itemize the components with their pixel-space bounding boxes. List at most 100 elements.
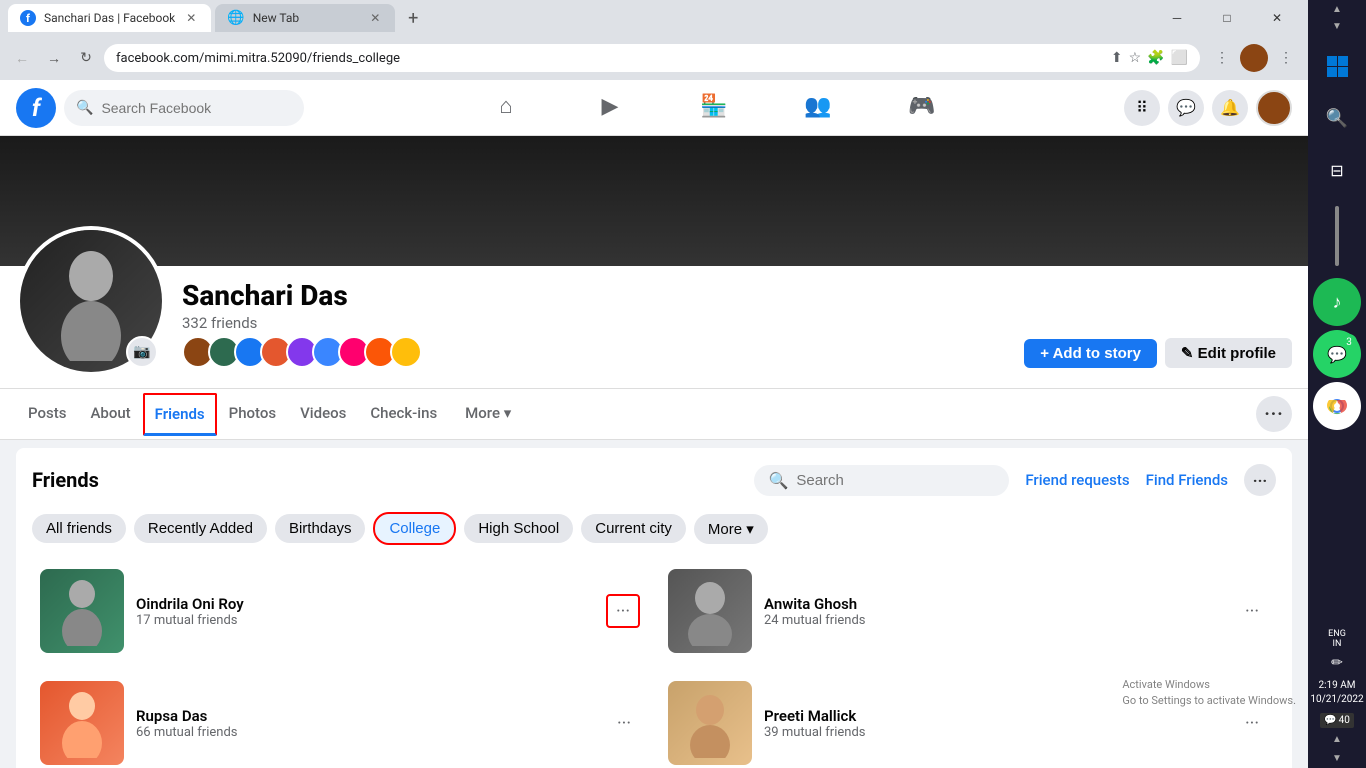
whatsapp-icon[interactable]: 💬 3 bbox=[1313, 330, 1361, 378]
profile-nav-posts[interactable]: Posts bbox=[16, 392, 78, 437]
find-friends-link[interactable]: Find Friends bbox=[1146, 471, 1228, 489]
refresh-button[interactable]: ↻ bbox=[72, 44, 100, 72]
language-indicator[interactable]: ENG IN bbox=[1326, 627, 1348, 651]
fb-header: f 🔍 ⌂ ▶ 🏪 👥 🎮 ⠿ 💬 🔔 bbox=[0, 80, 1308, 136]
profile-nav-checkins[interactable]: Check-ins bbox=[358, 392, 449, 437]
forward-button[interactable]: → bbox=[40, 44, 68, 72]
chrome-icon[interactable] bbox=[1313, 382, 1361, 430]
profile-nav-more[interactable]: More ▾ bbox=[453, 392, 523, 437]
fb-grid-button[interactable]: ⠿ bbox=[1124, 90, 1160, 126]
profile-nav-photos[interactable]: Photos bbox=[217, 392, 288, 437]
share-icon[interactable]: ⬆ bbox=[1111, 50, 1123, 66]
friend-photo-4 bbox=[668, 681, 752, 765]
friends-header-links: Friend requests Find Friends bbox=[1025, 471, 1228, 489]
browser-profile-pic[interactable] bbox=[1240, 44, 1268, 72]
fb-nav-gaming[interactable]: 🎮 bbox=[872, 84, 972, 132]
notification-center-button[interactable]: 💬40 bbox=[1320, 713, 1354, 728]
friend-photo-1 bbox=[40, 569, 124, 653]
tab-favicon-newtab: 🌐 bbox=[227, 10, 244, 26]
fb-logo[interactable]: f bbox=[16, 88, 56, 128]
url-bar[interactable]: facebook.com/mimi.mitra.52090/friends_co… bbox=[104, 44, 1200, 72]
back-button[interactable]: ← bbox=[8, 44, 36, 72]
profile-nav-dots[interactable]: ··· bbox=[1256, 396, 1292, 432]
windows-search-icon[interactable]: 🔍 bbox=[1313, 94, 1361, 142]
profile-actions: + Add to story ✎ Edit profile bbox=[1024, 338, 1292, 376]
fb-notifications-button[interactable]: 🔔 bbox=[1212, 90, 1248, 126]
cover-photo bbox=[0, 136, 1308, 266]
more-tools-button[interactable]: ⋮ bbox=[1208, 44, 1236, 72]
friend-menu-button-1[interactable]: ··· bbox=[606, 594, 640, 628]
friends-search-input[interactable] bbox=[796, 472, 995, 489]
star-icon[interactable]: ☆ bbox=[1129, 50, 1142, 66]
tab-facebook[interactable]: f Sanchari Das | Facebook ✕ bbox=[8, 4, 211, 32]
fb-search-icon: 🔍 bbox=[76, 100, 93, 116]
filter-high-school[interactable]: High School bbox=[464, 514, 573, 543]
spotify-icon[interactable]: ♪ bbox=[1313, 278, 1361, 326]
filter-recently-added[interactable]: Recently Added bbox=[134, 514, 267, 543]
clock-date: 10/21/2022 bbox=[1310, 693, 1363, 707]
tab-close-newtab[interactable]: ✕ bbox=[367, 10, 383, 26]
profile-nav-videos[interactable]: Videos bbox=[288, 392, 358, 437]
friends-search-bar[interactable]: 🔍 bbox=[754, 465, 1009, 496]
friends-search-icon: 🔍 bbox=[768, 471, 788, 490]
maximize-button[interactable]: □ bbox=[1204, 2, 1250, 34]
add-to-story-button[interactable]: + Add to story bbox=[1024, 339, 1157, 368]
filter-all-friends[interactable]: All friends bbox=[32, 514, 126, 543]
profile-name: Sanchari Das bbox=[182, 279, 1008, 312]
scroll-up-button[interactable]: ▲ bbox=[1328, 0, 1346, 19]
filter-more[interactable]: More ▾ bbox=[694, 514, 768, 544]
friend-details-1: Oindrila Oni Roy 17 mutual friends bbox=[136, 595, 640, 628]
friends-count: 332 friends bbox=[182, 314, 1008, 332]
friend-4-svg bbox=[685, 688, 735, 758]
friends-header: Friends 🔍 Friend requests Find Friends ·… bbox=[32, 464, 1276, 496]
fb-nav-home[interactable]: ⌂ bbox=[456, 84, 556, 132]
title-bar: f Sanchari Das | Facebook ✕ 🌐 New Tab ✕ … bbox=[0, 0, 1308, 36]
fb-nav-groups[interactable]: 👥 bbox=[768, 84, 868, 132]
filter-current-city[interactable]: Current city bbox=[581, 514, 686, 543]
friend-menu-button-2[interactable]: ··· bbox=[1236, 595, 1268, 627]
fb-nav-video[interactable]: ▶ bbox=[560, 84, 660, 132]
windows-bottom-area: ENG IN ✏ 2:19 AM 10/21/2022 💬40 ▲ ▼ bbox=[1306, 627, 1366, 768]
friend-photo-2 bbox=[668, 569, 752, 653]
toolbar: ⋮ bbox=[1208, 44, 1236, 72]
profile-nav-about[interactable]: About bbox=[78, 392, 142, 437]
minimize-button[interactable]: ─ bbox=[1154, 2, 1200, 34]
friend-card-1: Oindrila Oni Roy 17 mutual friends ··· bbox=[32, 561, 648, 661]
friend-details-4: Preeti Mallick 39 mutual friends bbox=[764, 707, 1268, 740]
friend-card-3: Rupsa Das 66 mutual friends ··· bbox=[32, 673, 648, 768]
address-bar: ← → ↻ facebook.com/mimi.mitra.52090/frie… bbox=[0, 36, 1308, 80]
scroll-down-bottom[interactable]: ▼ bbox=[1328, 749, 1346, 768]
pip-icon[interactable]: ⬜ bbox=[1171, 50, 1188, 66]
scroll-down-near-top[interactable]: ▼ bbox=[1330, 19, 1344, 34]
camera-button[interactable]: 📷 bbox=[126, 336, 158, 368]
fb-search-bar[interactable]: 🔍 bbox=[64, 90, 304, 126]
friend-menu-button-3[interactable]: ··· bbox=[608, 707, 640, 739]
friends-options-button[interactable]: ··· bbox=[1244, 464, 1276, 496]
task-view-icon[interactable]: ⊟ bbox=[1313, 146, 1361, 194]
friend-menu-button-4[interactable]: ··· bbox=[1236, 707, 1268, 739]
edit-icon[interactable]: ✏ bbox=[1327, 651, 1347, 675]
whatsapp-badge: 3 bbox=[1341, 334, 1357, 350]
tab-newtab[interactable]: 🌐 New Tab ✕ bbox=[215, 4, 395, 32]
filter-birthdays[interactable]: Birthdays bbox=[275, 514, 366, 543]
edit-profile-button[interactable]: ✎ Edit profile bbox=[1165, 338, 1292, 368]
fb-user-avatar[interactable] bbox=[1256, 90, 1292, 126]
fb-nav-marketplace[interactable]: 🏪 bbox=[664, 84, 764, 132]
system-clock[interactable]: 2:19 AM 10/21/2022 bbox=[1306, 675, 1366, 711]
friend-avatar-9 bbox=[390, 336, 422, 368]
friend-mutual-2: 24 mutual friends bbox=[764, 613, 1268, 628]
scroll-up-bottom[interactable]: ▲ bbox=[1328, 730, 1346, 749]
profile-nav-friends[interactable]: Friends bbox=[143, 393, 217, 436]
fb-search-input[interactable] bbox=[101, 100, 292, 116]
friend-name-2: Anwita Ghosh bbox=[764, 595, 1268, 613]
fb-messenger-button[interactable]: 💬 bbox=[1168, 90, 1204, 126]
windows-start-icon[interactable] bbox=[1313, 42, 1361, 90]
browser-menu-button[interactable]: ⋮ bbox=[1272, 44, 1300, 72]
tab-close-facebook[interactable]: ✕ bbox=[183, 10, 199, 26]
filter-college[interactable]: College bbox=[373, 512, 456, 545]
friend-requests-link[interactable]: Friend requests bbox=[1025, 471, 1129, 489]
friend-card-2: Anwita Ghosh 24 mutual friends ··· bbox=[660, 561, 1276, 661]
new-tab-button[interactable]: + bbox=[399, 4, 427, 32]
close-button[interactable]: ✕ bbox=[1254, 2, 1300, 34]
extension-icon[interactable]: 🧩 bbox=[1147, 50, 1164, 66]
